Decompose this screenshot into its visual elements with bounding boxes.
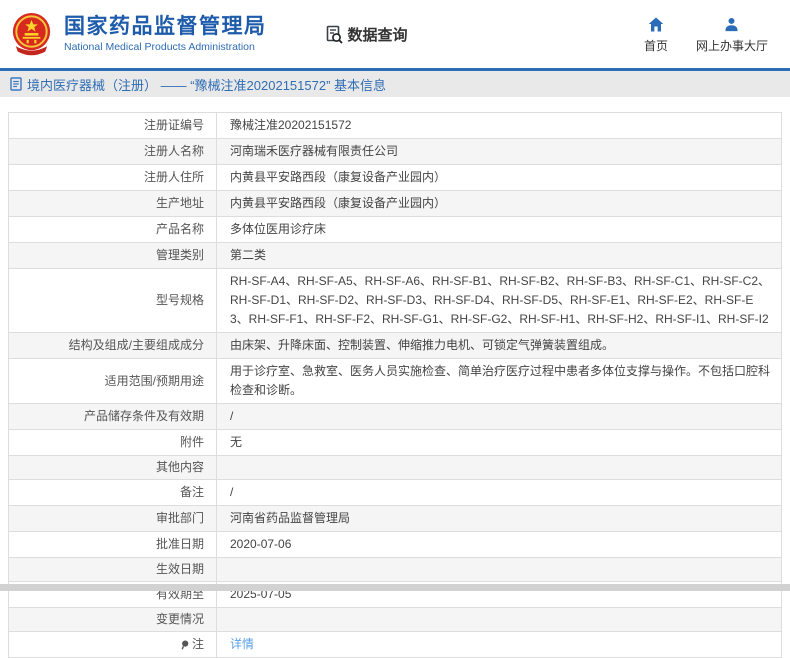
row-value: 多体位医用诊疗床 [216,217,781,242]
table-row: 注册证编号 豫械注准20202151572 [9,113,781,139]
row-value: 内黄县平安路西段（康复设备产业园内） [216,165,781,190]
nav-home-label: 首页 [643,38,668,53]
data-query-icon [326,25,343,44]
brand-block: 国家药品监督管理局 National Medical Products Admi… [64,15,267,53]
row-label: 其他内容 [155,460,204,474]
row-value: / [216,404,781,429]
nav-online-hall[interactable]: 网上办事大厅 [696,15,768,54]
row-value [216,608,781,631]
nav-online-hall-label: 网上办事大厅 [695,38,768,53]
table-row: 注册人住所 内黄县平安路西段（康复设备产业园内） [9,165,781,191]
user-icon [724,15,739,32]
footer-strip [0,584,790,591]
table-row: 备注 / [9,480,781,506]
row-label: 附件 [179,435,204,449]
document-icon [10,77,22,91]
row-value: RH-SF-A4、RH-SF-A5、RH-SF-A6、RH-SF-B1、RH-S… [216,269,781,332]
table-row: 变更情况 [9,608,781,632]
row-label: 产品名称 [155,222,204,236]
row-value: 2020-07-06 [216,532,781,557]
table-row: 附件 无 [9,430,781,456]
note-icon [181,640,189,650]
row-label: 注册人名称 [143,144,204,158]
table-row: 结构及组成/主要组成成分 由床架、升降床面、控制装置、伸缩推力电机、可锁定气弹簧… [9,333,781,359]
row-label: 型号规格 [155,293,204,307]
note-label-text: 注 [191,637,204,651]
breadcrumb: 境内医疗器械（注册） —— “豫械注准20202151572” 基本信息 [0,71,790,97]
detail-link[interactable]: 详情 [230,635,254,654]
breadcrumb-text: 境内医疗器械（注册） —— “豫械注准20202151572” 基本信息 [27,77,387,93]
row-value: 由床架、升降床面、控制装置、伸缩推力电机、可锁定气弹簧装置组成。 [216,333,781,358]
site-subtitle: National Medical Products Administration [64,41,255,53]
table-row: 产品名称 多体位医用诊疗床 [9,217,781,243]
table-row: 批准日期 2020-07-06 [9,532,781,558]
row-value: 第二类 [216,243,781,268]
row-label: 备注 [179,485,204,499]
row-value: 无 [216,430,781,455]
row-label: 结构及组成/主要组成成分 [68,338,204,352]
row-label: 变更情况 [155,612,204,626]
nav-home[interactable]: 首页 [644,15,668,54]
row-value: 用于诊疗室、急救室、医务人员实施检查、简单治疗医疗过程中患者多体位支撑与操作。不… [216,359,781,403]
table-row: 其他内容 [9,456,781,480]
row-label: 注 [9,632,216,657]
table-row: 注册人名称 河南瑞禾医疗器械有限责任公司 [9,139,781,165]
data-query-label: 数据查询 [347,26,408,44]
table-row-note: 注 详情 [9,632,781,657]
table-row: 生效日期 [9,558,781,582]
row-label: 管理类别 [155,248,204,262]
table-row: 管理类别 第二类 [9,243,781,269]
table-row: 产品储存条件及有效期 / [9,404,781,430]
row-value: 内黄县平安路西段（康复设备产业园内） [216,191,781,216]
home-icon [648,15,664,32]
row-value: / [216,480,781,505]
table-row: 审批部门 河南省药品监督管理局 [9,506,781,532]
header-nav-right: 首页 网上办事大厅 [644,15,774,54]
row-label: 注册证编号 [143,118,204,132]
row-label: 生产地址 [155,196,204,210]
row-value: 河南省药品监督管理局 [216,506,781,531]
registration-info-table: 注册证编号 豫械注准20202151572 注册人名称 河南瑞禾医疗器械有限责任… [8,112,782,658]
row-label: 生效日期 [155,562,204,576]
row-value: 豫械注准20202151572 [216,113,781,138]
row-label: 审批部门 [155,511,204,525]
national-emblem-logo[interactable] [8,11,55,58]
row-label: 适用范围/预期用途 [104,373,204,388]
table-row: 适用范围/预期用途 用于诊疗室、急救室、医务人员实施检查、简单治疗医疗过程中患者… [9,359,781,404]
row-value [216,558,781,581]
row-value: 详情 [216,632,781,657]
site-header: 国家药品监督管理局 National Medical Products Admi… [0,0,790,68]
table-row: 生产地址 内黄县平安路西段（康复设备产业园内） [9,191,781,217]
spacer [0,97,790,112]
row-value [216,456,781,479]
data-query-nav[interactable]: 数据查询 [325,24,408,45]
row-label: 产品储存条件及有效期 [83,409,204,423]
row-label: 批准日期 [155,537,204,551]
row-label: 注册人住所 [143,170,204,184]
national-emblem-icon [12,12,51,55]
row-value: 河南瑞禾医疗器械有限责任公司 [216,139,781,164]
table-row-model-spec: 型号规格 RH-SF-A4、RH-SF-A5、RH-SF-A6、RH-SF-B1… [9,269,781,333]
site-title: 国家药品监督管理局 [64,15,267,38]
